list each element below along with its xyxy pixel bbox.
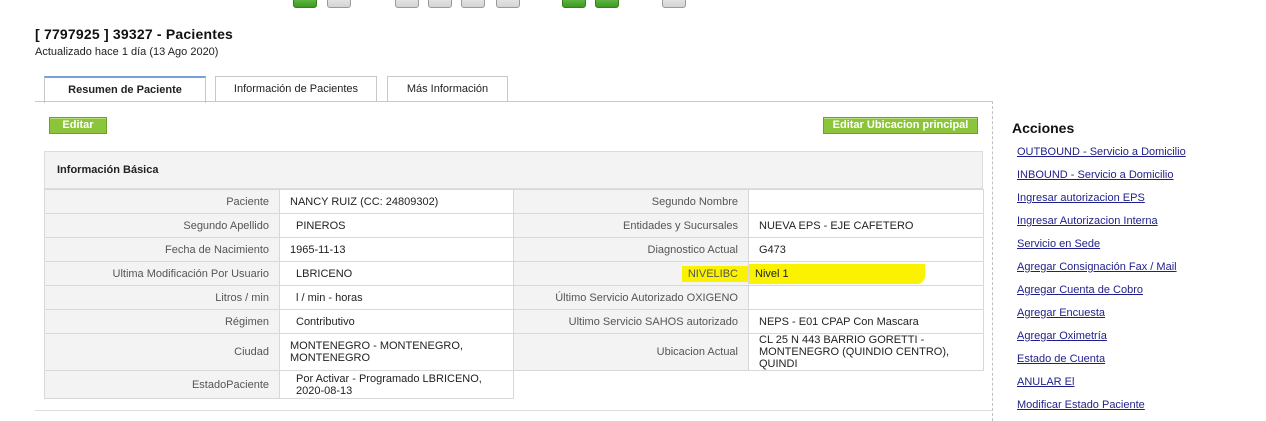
table-row: Régimen Contributivo Ultimo Servicio SAH… (44, 309, 984, 334)
value-paciente: NANCY RUIZ (CC: 24809302) (279, 189, 514, 214)
value-segundo-apellido: PINEROS (279, 213, 514, 238)
value-ubicacion-actual: CL 25 N 443 BARRIO GORETTI - MONTENEGRO … (748, 333, 984, 371)
edit-location-button[interactable]: Editar Ubicacion principal (823, 117, 978, 134)
print-icon[interactable] (395, 0, 419, 8)
edit-icon[interactable] (327, 0, 351, 8)
label-ultima-modificacion: Ultima Modificación Por Usuario (44, 261, 280, 286)
empty-cell (513, 370, 749, 399)
value-entidades: NUEVA EPS - EJE CAFETERO (748, 213, 984, 238)
table-row: Paciente NANCY RUIZ (CC: 24809302) Segun… (44, 189, 984, 214)
tab-label: Más Información (406, 83, 489, 95)
table-row: Litros / min l / min - horas Último Serv… (44, 285, 984, 310)
highlight-value: Nivel 1 (749, 263, 925, 284)
label-ultimo-sahos: Ultimo Servicio SAHOS autorizado (513, 309, 749, 334)
table-row: EstadoPaciente Por Activar - Programado … (44, 370, 984, 399)
tab-divider (35, 101, 993, 102)
label-entidades: Entidades y Sucursales (513, 213, 749, 238)
link-estado-de-cuenta[interactable]: Estado de Cuenta (1012, 352, 1262, 375)
download-icon[interactable] (562, 0, 586, 8)
label-fecha-nacimiento: Fecha de Nacimiento (44, 237, 280, 262)
export-icon[interactable] (496, 0, 520, 8)
label-regimen: Régimen (44, 309, 280, 334)
label-segundo-nombre: Segundo Nombre (513, 189, 749, 214)
edit-button[interactable]: Editar (49, 117, 107, 134)
value-ciudad: MONTENEGRO - MONTENEGRO, MONTENEGRO (279, 333, 514, 371)
acciones-title: Acciones (1012, 120, 1075, 136)
value-estado-paciente: Por Activar - Programado LBRICENO, 2020-… (279, 370, 514, 399)
section-title: Información Básica (57, 164, 159, 176)
link-ingresar-autorizacion-eps[interactable]: Ingresar autorizacion EPS (1012, 191, 1262, 214)
basic-info-section-header: Información Básica (44, 151, 983, 189)
refresh-icon[interactable] (428, 0, 452, 8)
link-inbound-domicilio[interactable]: INBOUND - Servicio a Domicilio (1012, 168, 1262, 191)
upload-icon[interactable] (595, 0, 619, 8)
add-icon[interactable] (293, 0, 317, 8)
table-row: Fecha de Nacimiento 1965-11-13 Diagnosti… (44, 237, 984, 262)
tab-label: Información de Pacientes (233, 83, 359, 95)
link-agregar-cuenta-cobro[interactable]: Agregar Cuenta de Cobro (1012, 283, 1262, 306)
value-regimen: Contributivo (279, 309, 514, 334)
patient-info-table: Paciente NANCY RUIZ (CC: 24809302) Segun… (44, 189, 984, 399)
link-agregar-encuesta[interactable]: Agregar Encuesta (1012, 306, 1262, 329)
tab-informacion-pacientes[interactable]: Información de Pacientes (215, 76, 377, 101)
link-agregar-consignacion[interactable]: Agregar Consignación Fax / Mail (1012, 260, 1262, 283)
acciones-panel: Acciones OUTBOUND - Servicio a Domicilio… (1012, 120, 1262, 421)
table-row: Ciudad MONTENEGRO - MONTENEGRO, MONTENEG… (44, 333, 984, 371)
tab-resumen-paciente[interactable]: Resumen de Paciente (44, 76, 206, 103)
updated-text: Actualizado hace 1 día (13 Ago 2020) (35, 46, 219, 58)
label-litros-min: Litros / min (44, 285, 280, 310)
value-fecha-nacimiento: 1965-11-13 (279, 237, 514, 262)
table-row: Segundo Apellido PINEROS Entidades y Suc… (44, 213, 984, 238)
value-segundo-nombre (748, 189, 984, 214)
empty-cell (748, 370, 984, 399)
label-diagnostico: Diagnostico Actual (513, 237, 749, 262)
label-ultimo-oxigeno: Último Servicio Autorizado OXIGENO (513, 285, 749, 310)
value-ultimo-oxigeno (748, 285, 984, 310)
table-row: Ultima Modificación Por Usuario LBRICENO… (44, 261, 984, 286)
tab-label: Resumen de Paciente (68, 84, 182, 96)
link-anular[interactable]: ANULAR El (1012, 375, 1262, 398)
label-segundo-apellido: Segundo Apellido (44, 213, 280, 238)
highlight-label: NIVELIBC (681, 265, 748, 282)
link-ingresar-autorizacion-interna[interactable]: Ingresar Autorizacion Interna (1012, 214, 1262, 237)
value-diagnostico: G473 (748, 237, 984, 262)
value-ultima-modificacion: LBRICENO (279, 261, 514, 286)
link-outbound-domicilio[interactable]: OUTBOUND - Servicio a Domicilio (1012, 145, 1262, 168)
link-modificar-estado-paciente[interactable]: Modificar Estado Paciente (1012, 398, 1262, 421)
page-header: [ 7797925 ] 39327 - Pacientes Actualizad… (35, 26, 233, 58)
tab-mas-informacion[interactable]: Más Información (387, 76, 508, 101)
label-ciudad: Ciudad (44, 333, 280, 371)
value-litros-min: l / min - horas (279, 285, 514, 310)
value-nivelibc: Nivel 1 (748, 261, 984, 286)
label-ubicacion-actual: Ubicacion Actual (513, 333, 749, 371)
link-agregar-oximetria[interactable]: Agregar Oximetría (1012, 329, 1262, 352)
value-ultimo-sahos: NEPS - E01 CPAP Con Mascara (748, 309, 984, 334)
label-nivelibc: NIVELIBC (513, 261, 749, 286)
label-paciente: Paciente (44, 189, 280, 214)
user-icon[interactable] (662, 0, 686, 8)
delete-icon[interactable] (461, 0, 485, 8)
panel-bottom-divider (35, 410, 992, 411)
link-servicio-en-sede[interactable]: Servicio en Sede (1012, 237, 1262, 260)
label-estado-paciente: EstadoPaciente (44, 370, 280, 399)
page-title: [ 7797925 ] 39327 - Pacientes (35, 26, 234, 42)
